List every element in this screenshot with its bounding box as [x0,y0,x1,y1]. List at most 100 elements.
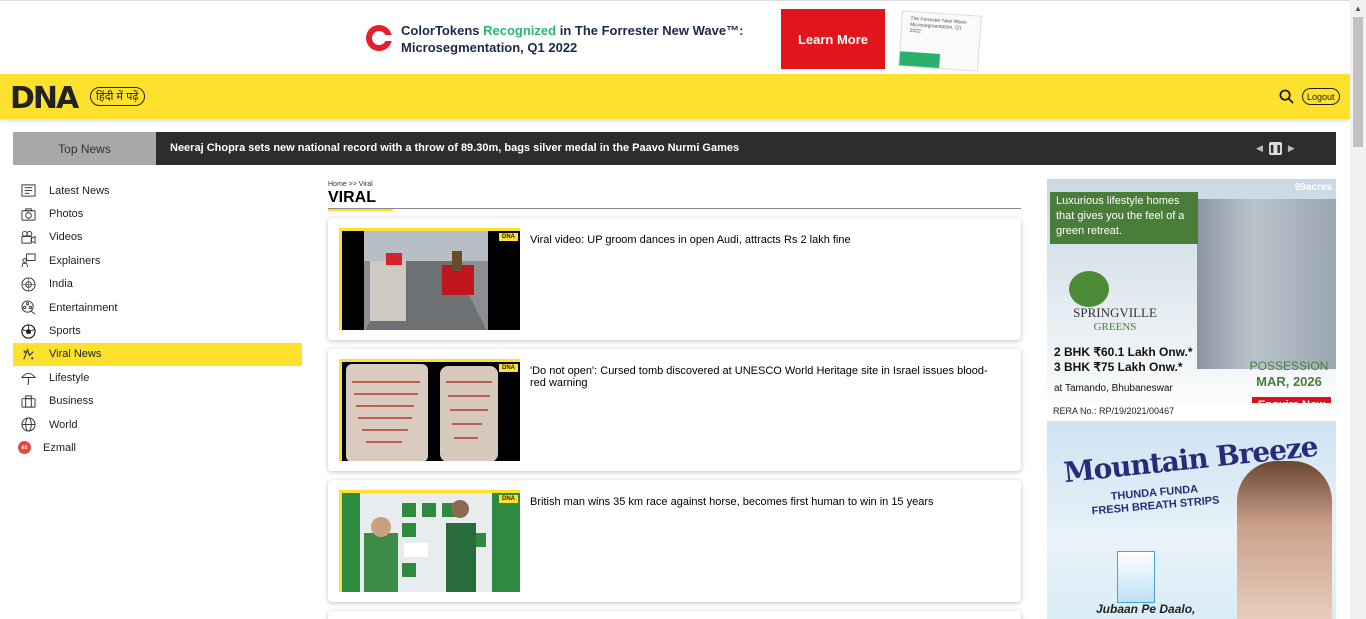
dna-logo[interactable]: DNA [10,81,79,116]
breadcrumb: Home >> Viral [328,181,1021,188]
wedding-road-image [342,231,520,330]
next-icon[interactable]: ▶ [1288,143,1295,154]
newspaper-icon [20,183,36,199]
page-scrollbar[interactable]: ▲ [1350,0,1366,619]
ad-footer: Jubaan Pe Daalo, [1096,602,1196,616]
model-image [1237,461,1332,619]
article-card[interactable] [328,611,1021,619]
sidebar-item-explainers[interactable]: Explainers [13,249,302,272]
search-icon[interactable] [1279,89,1294,104]
possession: POSSESSION MAR, 2026 [1245,359,1333,389]
camera-icon [20,206,36,222]
sidebar-item-business[interactable]: Business [13,390,302,413]
report-image: The Forrester New Wave: Microsegmentatio… [898,10,982,72]
sidebar-item-videos[interactable]: Videos [13,226,302,249]
project-sub: GREENS [1093,321,1137,333]
sidebar-item-ezmall[interactable]: ez Ezmall [13,436,302,459]
article-card[interactable]: DNA British man wins 35 km race against … [328,480,1021,602]
sidebar-item-world[interactable]: World [13,413,302,436]
possession-label: POSSESSION [1249,359,1329,373]
building-image [1197,199,1336,369]
sidebar-item-label: Videos [49,231,83,244]
sidebar-item-label: Business [49,395,94,408]
top-banner-ad[interactable]: ColorTokens Recognized in The Forrester … [360,7,990,72]
product-pack-image [1117,551,1155,603]
location: at Tamando, Bhubaneswar [1054,383,1173,394]
mountain-breeze-ad[interactable]: Mountain Breeze THUNDA FUNDA FRESH BREAT… [1047,421,1336,619]
viral-icon [20,346,36,362]
rera-number: RERA No.: RP/19/2021/00467 [1047,403,1336,419]
scroll-thumb[interactable] [1353,17,1363,147]
ad-headline-line2: Microsegmentation, Q1 2022 [401,40,578,55]
ad-headline-rest: in The Forrester New Wave™: [559,23,744,38]
price-line-1: 2 BHK ₹60.1 Lakh Onw.* [1054,345,1193,359]
project-logo: SPRINGVILLE GREENS [1055,305,1175,333]
article-title[interactable]: British man wins 35 km race against hors… [530,496,1000,508]
ad-headline: ColorTokens Recognized in The Forrester … [401,22,743,56]
pause-icon[interactable]: ❚❚ [1269,142,1282,155]
article-title[interactable]: Viral video: UP groom dances in open Aud… [530,234,1000,246]
article-title[interactable]: 'Do not open': Cursed tomb discovered at… [530,365,1000,389]
possession-date: MAR, 2026 [1256,374,1322,389]
sidebar-item-india[interactable]: India [13,273,302,296]
race-winner-image [342,493,520,592]
film-reel-icon [20,300,36,316]
report-text: The Forrester New Wave: Microsegmentatio… [909,15,968,35]
breadcrumb-separator: >> [348,181,357,188]
learn-more-button[interactable]: Learn More [781,9,885,69]
sidebar-item-label: Entertainment [49,301,118,314]
price-block: 2 BHK ₹60.1 Lakh Onw.* 3 BHK ₹75 Lakh On… [1054,345,1193,375]
sidebar-item-viral-news[interactable]: Viral News [13,342,302,367]
top-news-ticker: Top News Neeraj Chopra sets new national… [13,132,1336,165]
real-estate-ad[interactable]: 99acres Luxurious lifestyle homes that g… [1047,179,1336,419]
sidebar-item-label: World [49,418,78,431]
article-card[interactable]: DNA 'Do not open': Cursed tomb discovere… [328,349,1021,471]
briefcase-icon [20,393,36,409]
colortokens-logo-icon [366,25,393,51]
umbrella-icon [20,370,36,386]
tomb-stone-image [342,362,520,461]
dna-tag: DNA [499,364,518,372]
ad-brand: 99acres [1294,182,1332,193]
article-thumbnail[interactable]: DNA [339,359,520,461]
ticker-controls: ◀ ❚❚ ▶ [1256,142,1295,155]
page: ColorTokens Recognized in The Forrester … [0,0,1350,619]
video-camera-icon [20,229,36,245]
sidebar-item-latest-news[interactable]: Latest News [13,179,302,202]
football-icon [20,323,36,339]
hindi-language-button[interactable]: हिंदी में पढ़ें [90,87,145,106]
globe-icon [20,417,36,433]
sidebar-item-label: Explainers [49,254,101,267]
sidebar-item-label: Viral News [49,348,102,361]
sidebar-item-label: Lifestyle [49,371,90,384]
site-header: DNA हिंदी में पढ़ें Logout [0,74,1350,119]
ad-headline-brand: ColorTokens [401,23,480,38]
sidebar-item-sports[interactable]: Sports [13,319,302,342]
sidebar-item-entertainment[interactable]: Entertainment [13,296,302,319]
ezmall-icon: ez [18,441,31,455]
explainer-icon [20,253,36,269]
ad-tagline: Luxurious lifestyle homes that gives you… [1050,192,1198,244]
ticker-headline[interactable]: Neeraj Chopra sets new national record w… [170,142,739,154]
logout-button[interactable]: Logout [1302,88,1340,105]
breadcrumb-home[interactable]: Home [328,181,347,188]
tree-logo-icon [1069,271,1109,307]
dna-tag: DNA [499,495,518,503]
price-line-2: 3 BHK ₹75 Lakh Onw.* [1054,360,1183,374]
category-sidebar: Latest News Photos Videos Explainers Ind… [13,179,302,460]
sidebar-item-label: Sports [49,325,81,338]
sidebar-item-photos[interactable]: Photos [13,202,302,225]
article-thumbnail[interactable]: DNA [339,228,520,330]
prev-icon[interactable]: ◀ [1256,143,1263,154]
article-card[interactable]: DNA Viral video: UP groom dances in open… [328,218,1021,340]
project-name: SPRINGVILLE [1073,305,1157,320]
scroll-up-icon[interactable]: ▲ [1350,0,1366,16]
ad-subtitle: THUNDA FUNDA FRESH BREATH STRIPS [1090,481,1220,518]
main-content: Home >> Viral VIRAL DNA Viral video: UP [328,181,1021,619]
sidebar-item-label: Photos [49,208,84,221]
article-thumbnail[interactable]: DNA [339,490,520,592]
ticker-label: Top News [13,132,156,165]
sidebar-item-lifestyle[interactable]: Lifestyle [13,366,302,389]
dna-tag: DNA [499,233,518,241]
breadcrumb-current[interactable]: Viral [359,181,373,188]
